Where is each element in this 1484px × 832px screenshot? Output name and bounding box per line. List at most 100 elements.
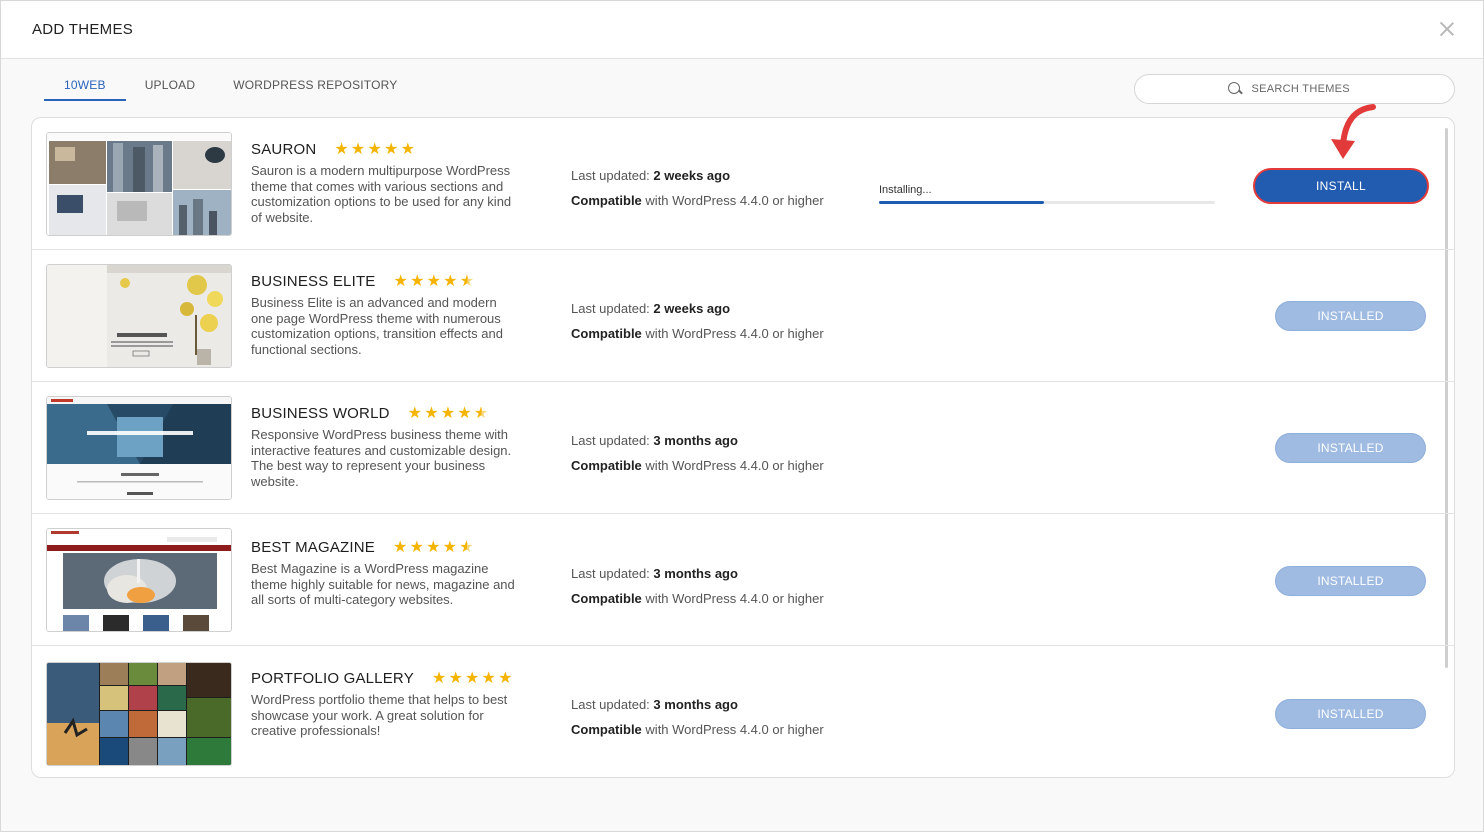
progress-bar xyxy=(879,201,1215,204)
last-updated: Last updated: 2 weeks ago xyxy=(571,168,730,183)
last-updated-label: Last updated: xyxy=(571,566,650,581)
theme-list: SAURON ★ ★ ★ ★ ★ Sauron is a modern mult… xyxy=(31,117,1455,778)
last-updated-label: Last updated: xyxy=(571,433,650,448)
star-icon: ★ xyxy=(424,404,439,422)
installed-button[interactable]: INSTALLED xyxy=(1275,433,1426,463)
theme-thumbnail-best-magazine xyxy=(46,528,232,632)
theme-description: Responsive WordPress business theme with… xyxy=(251,427,512,489)
theme-description: Sauron is a modern multipurpose WordPres… xyxy=(251,163,512,225)
compatible-text: with WordPress 4.4.0 or higher xyxy=(645,722,824,737)
star-icon: ★ xyxy=(426,272,442,290)
last-updated: Last updated: 3 months ago xyxy=(571,433,738,448)
star-rating: ★ ★ ★ ★ ★ xyxy=(334,140,416,158)
star-icon: ★ xyxy=(410,272,425,290)
star-icon: ★ xyxy=(442,538,458,556)
star-icon: ★ xyxy=(393,272,409,290)
annotation-arrow-icon xyxy=(1331,104,1376,159)
theme-thumbnail-business-elite xyxy=(46,264,232,368)
progress-label: Installing... xyxy=(879,184,932,196)
theme-name: BUSINESS WORLD ★ ★ ★ ★ ★ xyxy=(251,405,488,422)
star-rating: ★ ★ ★ ★ ★ xyxy=(407,404,489,422)
star-rating: ★ ★ ★ ★ ★ xyxy=(431,669,513,687)
theme-title: BUSINESS ELITE xyxy=(251,273,376,290)
star-rating: ★ ★ ★ ★ ★ xyxy=(393,272,475,290)
last-updated-value: 2 weeks ago xyxy=(653,168,731,183)
last-updated: Last updated: 3 months ago xyxy=(571,697,738,712)
last-updated-value: 3 months ago xyxy=(653,433,738,448)
star-icon: ★ xyxy=(384,140,399,158)
star-icon: ★ xyxy=(431,669,447,687)
last-updated-label: Last updated: xyxy=(571,168,650,183)
theme-thumbnail-business-world xyxy=(46,396,232,500)
compatible-text: with WordPress 4.4.0 or higher xyxy=(645,326,824,341)
compatibility: Compatible with WordPress 4.4.0 or highe… xyxy=(571,458,824,473)
star-icon: ★ xyxy=(334,140,349,158)
compatibility: Compatible with WordPress 4.4.0 or highe… xyxy=(571,326,824,341)
tab-bar: 10WEB UPLOAD WORDPRESS REPOSITORY xyxy=(44,75,417,101)
compatible-label: Compatible xyxy=(571,326,642,341)
search-input[interactable] xyxy=(1251,83,1362,95)
theme-row-best-magazine: BEST MAGAZINE ★ ★ ★ ★ ★ Best Magazine is… xyxy=(32,514,1454,646)
star-icon: ★ xyxy=(498,669,513,687)
compatible-text: with WordPress 4.4.0 or higher xyxy=(645,458,824,473)
compatibility: Compatible with WordPress 4.4.0 or highe… xyxy=(571,722,824,737)
compatibility: Compatible with WordPress 4.4.0 or highe… xyxy=(571,193,824,208)
theme-description: Best Magazine is a WordPress magazine th… xyxy=(251,561,515,607)
installed-button[interactable]: INSTALLED xyxy=(1275,566,1426,596)
theme-name: PORTFOLIO GALLERY ★ ★ ★ ★ ★ xyxy=(251,670,513,687)
last-updated: Last updated: 2 weeks ago xyxy=(571,301,730,316)
theme-row-sauron: SAURON ★ ★ ★ ★ ★ Sauron is a modern mult… xyxy=(32,118,1454,250)
compatible-label: Compatible xyxy=(571,591,642,606)
star-icon: ★ xyxy=(393,538,408,556)
last-updated-label: Last updated: xyxy=(571,697,650,712)
star-icon: ★ xyxy=(448,669,463,687)
star-icon: ★ xyxy=(481,669,497,687)
theme-row-business-world: BUSINESS WORLD ★ ★ ★ ★ ★ Responsive Word… xyxy=(32,382,1454,514)
star-icon: ★ xyxy=(443,272,458,290)
compatible-label: Compatible xyxy=(571,193,642,208)
last-updated-value: 3 months ago xyxy=(653,697,738,712)
theme-thumbnail-portfolio-gallery xyxy=(46,662,232,766)
add-themes-modal: ADD THEMES 10WEB UPLOAD WORDPRESS REPOSI… xyxy=(0,0,1484,832)
compatible-label: Compatible xyxy=(571,722,642,737)
theme-title: PORTFOLIO GALLERY xyxy=(251,670,414,687)
tab-upload[interactable]: UPLOAD xyxy=(126,75,215,101)
star-icon: ★ xyxy=(350,140,366,158)
theme-name: SAURON ★ ★ ★ ★ ★ xyxy=(251,141,415,158)
star-icon: ★ xyxy=(465,669,480,687)
star-icon: ★ xyxy=(440,404,456,422)
star-half-icon: ★ xyxy=(473,404,489,422)
star-half-icon: ★ xyxy=(459,538,474,556)
theme-thumbnail-sauron xyxy=(46,132,232,236)
search-icon xyxy=(1227,82,1242,96)
star-icon: ★ xyxy=(409,538,425,556)
compatible-text: with WordPress 4.4.0 or higher xyxy=(645,193,824,208)
last-updated-value: 2 weeks ago xyxy=(653,301,731,316)
compatibility: Compatible with WordPress 4.4.0 or highe… xyxy=(571,591,824,606)
star-icon: ★ xyxy=(457,404,472,422)
tab-10web[interactable]: 10WEB xyxy=(44,75,126,101)
theme-name: BEST MAGAZINE ★ ★ ★ ★ ★ xyxy=(251,539,474,556)
last-updated-value: 3 months ago xyxy=(653,566,738,581)
search-box[interactable] xyxy=(1134,74,1455,104)
theme-title: SAURON xyxy=(251,141,317,158)
modal-header: ADD THEMES xyxy=(1,1,1483,59)
theme-description: WordPress portfolio theme that helps to … xyxy=(251,692,508,738)
theme-row-portfolio-gallery: PORTFOLIO GALLERY ★ ★ ★ ★ ★ WordPress po… xyxy=(32,646,1454,777)
star-icon: ★ xyxy=(407,404,423,422)
installed-button[interactable]: INSTALLED xyxy=(1275,699,1426,729)
star-rating: ★ ★ ★ ★ ★ xyxy=(393,538,474,556)
progress-fill xyxy=(879,201,1044,204)
installed-button[interactable]: INSTALLED xyxy=(1275,301,1426,331)
close-icon[interactable] xyxy=(1437,19,1457,39)
theme-title: BEST MAGAZINE xyxy=(251,539,376,556)
last-updated: Last updated: 3 months ago xyxy=(571,566,738,581)
install-button[interactable]: INSTALL xyxy=(1253,168,1429,204)
star-icon: ★ xyxy=(367,140,383,158)
tab-wordpress-repository[interactable]: WORDPRESS REPOSITORY xyxy=(214,75,416,101)
theme-title: BUSINESS WORLD xyxy=(251,405,390,422)
star-icon: ★ xyxy=(400,140,416,158)
compatible-label: Compatible xyxy=(571,458,642,473)
theme-name: BUSINESS ELITE ★ ★ ★ ★ ★ xyxy=(251,273,474,290)
theme-row-business-elite: BUSINESS ELITE ★ ★ ★ ★ ★ Business Elite … xyxy=(32,250,1454,382)
